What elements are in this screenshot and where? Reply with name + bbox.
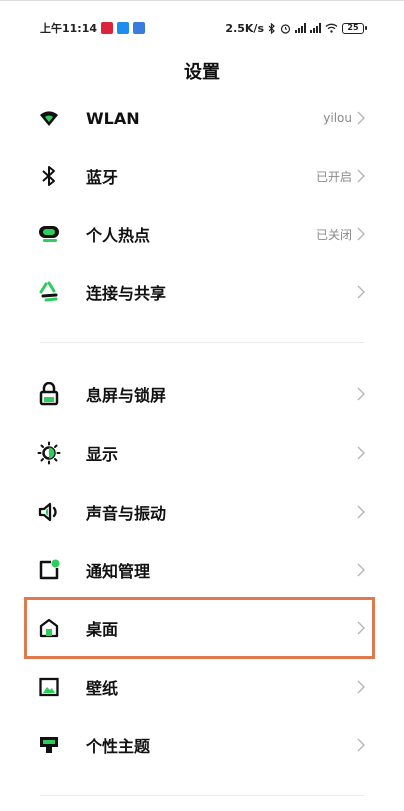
hotspot-icon (36, 221, 62, 247)
status-left: 上午11:14 (40, 20, 146, 36)
wallpaper-icon (36, 674, 62, 700)
chevron-right-icon (357, 446, 365, 460)
settings-item-label: 息屏与锁屏 (86, 386, 167, 405)
settings-item-lock-screen[interactable]: 息屏与锁屏 (0, 365, 404, 423)
settings-item-wlan[interactable]: WLAN yilou (0, 89, 404, 147)
chevron-right-icon (357, 680, 365, 694)
settings-item-value: 已开启 (315, 169, 352, 184)
settings-item-label: 连接与共享 (86, 284, 167, 303)
settings-item-label: 壁纸 (86, 679, 119, 698)
signal-icon-2 (310, 23, 321, 33)
app-notification-icon (101, 22, 114, 34)
settings-item-hotspot[interactable]: 个人热点 已关闭 (0, 205, 404, 263)
chevron-right-icon (357, 738, 365, 752)
lock-icon (36, 381, 62, 407)
battery-icon: 25 (342, 22, 367, 34)
settings-item-connection-share[interactable]: 连接与共享 (0, 263, 404, 321)
chevron-right-icon (357, 387, 365, 401)
signal-icon-1 (295, 23, 306, 33)
settings-item-label: 蓝牙 (86, 168, 119, 187)
store-app-icon (133, 22, 146, 34)
settings-item-themes[interactable]: 个性主题 (0, 716, 404, 774)
settings-item-label: 通知管理 (86, 562, 151, 581)
chevron-right-icon (357, 227, 365, 241)
page-title: 设置 (184, 62, 220, 83)
wifi-icon (36, 105, 62, 131)
alarm-icon (280, 23, 291, 34)
status-right: 2.5K/s 25 (225, 21, 367, 35)
chevron-right-icon (357, 285, 365, 299)
highlight-box (24, 597, 375, 659)
theme-icon (36, 732, 62, 758)
status-bar: 上午11:14 2.5K/s 25 (40, 18, 367, 38)
wifi-status-icon (325, 23, 338, 33)
chevron-right-icon (357, 111, 365, 125)
chevron-right-icon (357, 505, 365, 519)
notification-icon (36, 557, 62, 583)
network-speed: 2.5K/s (225, 21, 264, 35)
bluetooth-icon (36, 163, 62, 189)
section-divider-bottom (40, 795, 364, 796)
brightness-icon (36, 440, 62, 466)
video-app-icon (117, 22, 130, 34)
settings-item-notifications[interactable]: 通知管理 (0, 541, 404, 599)
status-time: 上午11:14 (40, 22, 98, 35)
chevron-right-icon (357, 169, 365, 183)
settings-item-display[interactable]: 显示 (0, 424, 404, 482)
speaker-icon (36, 499, 62, 525)
settings-item-value: yilou (323, 111, 352, 125)
settings-item-bluetooth[interactable]: 蓝牙 已开启 (0, 147, 404, 205)
settings-item-wallpaper[interactable]: 壁纸 (0, 658, 404, 716)
section-divider (40, 342, 364, 343)
settings-item-label: 个人热点 (86, 226, 151, 245)
settings-item-sound[interactable]: 声音与振动 (0, 483, 404, 541)
bluetooth-status-icon (268, 22, 275, 34)
settings-item-label: 显示 (86, 445, 119, 464)
settings-item-value: 已关闭 (315, 227, 352, 242)
chevron-right-icon (357, 563, 365, 577)
settings-item-label: 声音与振动 (86, 504, 167, 523)
share-icon (36, 279, 62, 305)
settings-item-label: WLAN (86, 108, 140, 128)
settings-item-label: 个性主题 (86, 737, 151, 756)
top-border (0, 0, 404, 1)
